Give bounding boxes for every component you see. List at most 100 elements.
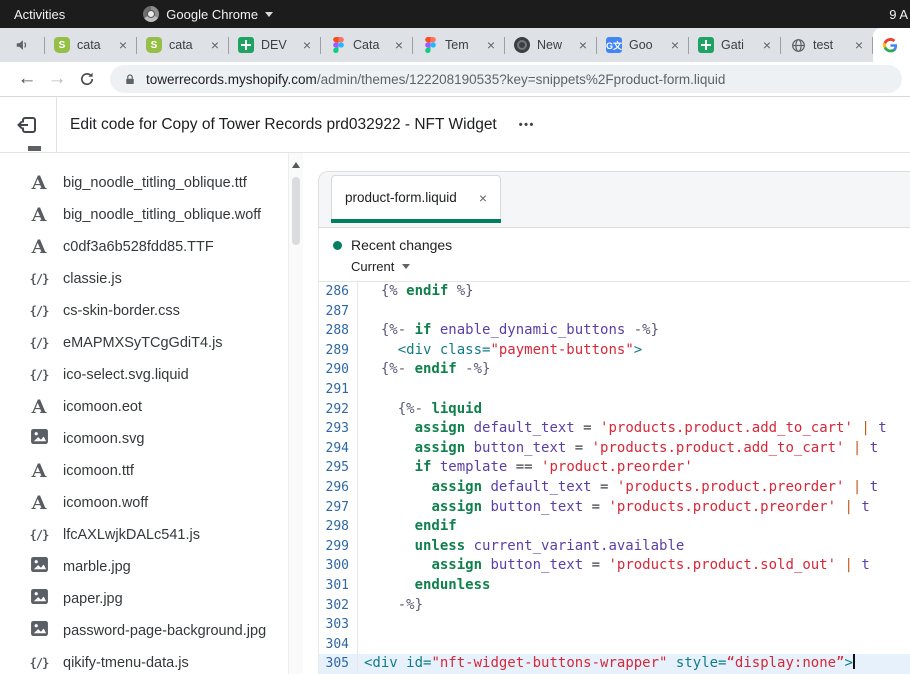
code-line-text[interactable] xyxy=(358,635,910,655)
code-line[interactable]: 295 if template == 'product.preorder' xyxy=(319,458,910,478)
exit-code-editor-button[interactable] xyxy=(12,110,42,140)
code-line-text[interactable]: {% endif %} xyxy=(358,282,910,302)
file-list-item[interactable]: {/} qikify-tmenu-data.js xyxy=(0,647,303,674)
code-line-text[interactable]: unless current_variant.available xyxy=(358,537,910,557)
file-list-item[interactable]: A c0df3a6b528fdd85.TTF xyxy=(0,231,303,263)
tab-close-button[interactable]: × xyxy=(579,38,587,52)
code-line[interactable]: 304 xyxy=(319,635,910,655)
file-list-item[interactable]: icomoon.svg xyxy=(0,423,303,455)
code-line-text[interactable] xyxy=(358,302,910,322)
back-button[interactable]: ← xyxy=(12,64,42,94)
code-line-text[interactable]: <div id="nft-widget-buttons-wrapper" sty… xyxy=(358,654,910,674)
code-line-text[interactable]: assign default_text = 'products.product.… xyxy=(358,419,910,439)
file-list-item[interactable]: password-page-background.jpg xyxy=(0,615,303,647)
tab-close-button[interactable]: × xyxy=(303,38,311,52)
code-line-text[interactable]: {%- if enable_dynamic_buttons -%} xyxy=(358,321,910,341)
code-line[interactable]: 301 endunless xyxy=(319,576,910,596)
code-line-text[interactable]: -%} xyxy=(358,596,910,616)
code-line[interactable]: 289 <div class="payment-buttons"> xyxy=(319,341,910,361)
browser-tab[interactable]: S cata × xyxy=(137,28,228,62)
code-line[interactable]: 300 assign button_text = 'products.produ… xyxy=(319,556,910,576)
file-name: marble.jpg xyxy=(63,559,131,575)
code-line-text[interactable] xyxy=(358,380,910,400)
code-line[interactable]: 296 assign default_text = 'products.prod… xyxy=(319,478,910,498)
file-name: lfcAXLwjkDALc541.js xyxy=(63,527,200,543)
browser-tab[interactable]: New × xyxy=(505,28,596,62)
clock-indicator[interactable]: 9 A xyxy=(889,7,908,22)
tab-close-button[interactable]: × xyxy=(119,38,127,52)
code-line[interactable]: 305 <div id="nft-widget-buttons-wrapper"… xyxy=(319,654,910,674)
browser-tab[interactable]: test × xyxy=(781,28,872,62)
line-number: 291 xyxy=(319,380,358,400)
code-line[interactable]: 297 assign button_text = 'products.produ… xyxy=(319,498,910,518)
address-bar[interactable]: towerrecords.myshopify.com/admin/themes/… xyxy=(110,65,902,93)
editor-file-tab[interactable]: product-form.liquid × xyxy=(331,175,501,219)
code-line[interactable]: 293 assign default_text = 'products.prod… xyxy=(319,419,910,439)
file-list-item[interactable]: {/} cs-skin-border.css xyxy=(0,295,303,327)
code-line[interactable]: 288 {%- if enable_dynamic_buttons -%} xyxy=(319,321,910,341)
code-line[interactable]: 290 {%- endif -%} xyxy=(319,360,910,380)
file-list-item[interactable]: A icomoon.eot xyxy=(0,391,303,423)
code-line[interactable]: 302 -%} xyxy=(319,596,910,616)
scrollbar-thumb[interactable] xyxy=(292,177,300,245)
code-editor[interactable]: 286 {% endif %} 287 288 {%- if enable_dy… xyxy=(318,282,910,674)
code-line-text[interactable]: {%- liquid xyxy=(358,400,910,420)
code-line[interactable]: 286 {% endif %} xyxy=(319,282,910,302)
file-list-item[interactable]: A big_noodle_titling_oblique.woff xyxy=(0,199,303,231)
code-line[interactable]: 298 endif xyxy=(319,517,910,537)
version-selector[interactable]: Current xyxy=(351,259,441,274)
file-list-item[interactable]: A big_noodle_titling_oblique.ttf xyxy=(0,167,303,199)
browser-tab[interactable]: G文 Goo × xyxy=(597,28,688,62)
tab-close-button[interactable]: × xyxy=(671,38,679,52)
browser-tab[interactable]: Tem × xyxy=(413,28,504,62)
line-number: 300 xyxy=(319,556,358,576)
activities-button[interactable]: Activities xyxy=(14,7,65,22)
file-list-item[interactable]: paper.jpg xyxy=(0,583,303,615)
browser-tab[interactable]: Gati × xyxy=(689,28,780,62)
reload-button[interactable] xyxy=(72,64,102,94)
code-line-text[interactable]: assign button_text = 'products.product.p… xyxy=(358,498,910,518)
app-menu-button[interactable]: Google Chrome xyxy=(143,6,273,22)
tab-close-button[interactable]: × xyxy=(855,38,863,52)
shopify-favicon-icon: S xyxy=(54,37,70,53)
code-line-text[interactable]: {%- endif -%} xyxy=(358,360,910,380)
code-line-text[interactable] xyxy=(358,615,910,635)
code-line-text[interactable]: assign button_text = 'products.product.a… xyxy=(358,439,910,459)
tab-close-button[interactable]: × xyxy=(211,38,219,52)
file-list-item[interactable]: A icomoon.woff xyxy=(0,487,303,519)
browser-tab[interactable]: S cata × xyxy=(45,28,136,62)
code-line[interactable]: 291 xyxy=(319,380,910,400)
tab-close-button[interactable]: × xyxy=(487,38,495,52)
editor-tab-close-button[interactable]: × xyxy=(479,190,487,206)
code-line[interactable]: 294 assign button_text = 'products.produ… xyxy=(319,439,910,459)
forward-button[interactable]: → xyxy=(42,64,72,94)
file-list-item[interactable]: {/} classie.js xyxy=(0,263,303,295)
browser-tab[interactable]: Cata × xyxy=(321,28,412,62)
font-file-icon: A xyxy=(32,462,47,481)
code-line-text[interactable]: assign default_text = 'products.product.… xyxy=(358,478,910,498)
code-line[interactable]: 287 xyxy=(319,302,910,322)
code-line[interactable]: 299 unless current_variant.available xyxy=(319,537,910,557)
browser-tab[interactable]: × xyxy=(873,28,910,62)
file-list-item[interactable]: {/} ico-select.svg.liquid xyxy=(0,359,303,391)
file-list-item[interactable]: marble.jpg xyxy=(0,551,303,583)
code-line-text[interactable]: assign button_text = 'products.product.s… xyxy=(358,556,910,576)
tab-close-button[interactable]: × xyxy=(763,38,771,52)
code-line-text[interactable]: <div class="payment-buttons"> xyxy=(358,341,910,361)
tab-audio-indicator[interactable] xyxy=(0,38,44,52)
file-list-item[interactable]: {/} lfcAXLwjkDALc541.js xyxy=(0,519,303,551)
code-line[interactable]: 292 {%- liquid xyxy=(319,400,910,420)
tab-close-button[interactable]: × xyxy=(395,38,403,52)
chrome-icon xyxy=(143,6,159,22)
file-list-item[interactable]: A icomoon.ttf xyxy=(0,455,303,487)
more-actions-button[interactable]: ••• xyxy=(519,119,535,131)
scroll-up-arrow-icon[interactable] xyxy=(292,162,300,168)
code-line-text[interactable]: if template == 'product.preorder' xyxy=(358,458,910,478)
code-line[interactable]: 303 xyxy=(319,615,910,635)
sidebar-scrollbar[interactable] xyxy=(288,153,303,674)
code-line-text[interactable]: endunless xyxy=(358,576,910,596)
file-list-item[interactable]: {/} eMAPMXSyTCgGdiT4.js xyxy=(0,327,303,359)
code-line-text[interactable]: endif xyxy=(358,517,910,537)
browser-tab[interactable]: DEV × xyxy=(229,28,320,62)
code-file-icon: {/} xyxy=(30,304,49,318)
